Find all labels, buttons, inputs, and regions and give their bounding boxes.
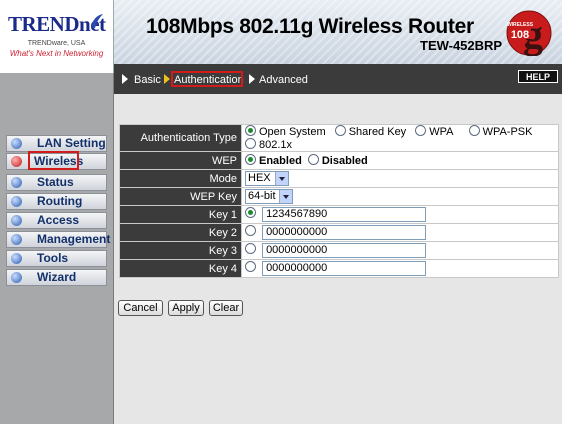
key-1-input[interactable]: 1234567890 [262, 207, 427, 222]
key-3-label: Key 3 [119, 241, 242, 260]
model-number: TEW-452BRP [420, 38, 503, 53]
wep-key-select-value: 64-bit [248, 190, 276, 202]
key-4-input[interactable]: 0000000000 [262, 261, 427, 276]
nav-arrow-active-icon [164, 74, 170, 84]
key-4-label: Key 4 [119, 259, 242, 278]
auth-wpa-psk-option[interactable]: WPA-PSK [468, 125, 533, 138]
logo-tagline: What's Next in Networking [9, 49, 104, 58]
wep-enabled-label: Enabled [259, 155, 302, 167]
management-icon [11, 234, 22, 245]
form-row-auth-type: Authentication Type Open System Shared K… [119, 124, 559, 152]
form-row-key-2: Key 2 0000000000 [119, 223, 559, 242]
wep-key-label: WEP Key [119, 187, 242, 206]
wep-disabled-label: Disabled [321, 155, 368, 167]
option-label: WPA-PSK [482, 126, 533, 138]
sidebar [0, 73, 114, 424]
mode-label: Mode [119, 169, 242, 188]
key-4-radio[interactable] [245, 261, 256, 273]
sidebar-item-label: Tools [37, 251, 69, 265]
wireless-icon [11, 156, 22, 167]
lan-setting-icon [11, 138, 22, 149]
auth-8021x-radio[interactable] [245, 138, 256, 149]
status-icon [11, 177, 22, 188]
cancel-button[interactable]: Cancel [118, 300, 163, 316]
auth-type-options: Open System Shared Key WPA WPA-PSK 802.1… [241, 124, 559, 152]
clear-button[interactable]: Clear [209, 300, 243, 316]
key-3-input[interactable]: 0000000000 [262, 243, 427, 258]
apply-button[interactable]: Apply [168, 300, 204, 316]
form-row-wep: WEP Enabled Disabled [119, 151, 559, 170]
option-label: 802.1x [259, 139, 293, 151]
wep-key-cell: 64-bit [241, 187, 559, 206]
wizard-icon [11, 272, 22, 283]
wep-disabled-radio[interactable] [307, 154, 319, 165]
mode-select[interactable]: HEX [245, 171, 289, 186]
auth-open-system-option[interactable]: Open System [245, 125, 326, 138]
help-button[interactable]: HELP [518, 70, 558, 83]
sidebar-item-label: Access [37, 213, 80, 227]
sidebar-item-label: Wizard [37, 270, 77, 284]
nav-arrow-icon [122, 74, 128, 84]
mode-select-value: HEX [248, 172, 271, 184]
auth-type-label: Authentication Type [119, 124, 242, 152]
nav-authentication-highlight [171, 71, 243, 87]
wep-key-select[interactable]: 64-bit [245, 189, 293, 204]
auth-wpa-option[interactable]: WPA [415, 125, 454, 138]
wireless-security-form: Authentication Type Open System Shared K… [119, 124, 559, 278]
badge-small-text: WIRELESS [507, 22, 534, 28]
wep-label: WEP [119, 151, 242, 170]
logo-swoosh-icon [91, 14, 103, 28]
routing-icon [11, 196, 22, 207]
sidebar-wireless-highlight [28, 151, 79, 170]
badge-number: 108 [511, 29, 529, 41]
key-1-cell: 1234567890 [241, 205, 559, 224]
form-row-mode: Mode HEX [119, 169, 559, 188]
sidebar-item-label: Routing [37, 194, 83, 208]
sidebar-item-label: LAN Setting [37, 136, 106, 150]
form-row-key-3: Key 3 0000000000 [119, 241, 559, 260]
wep-enabled-radio[interactable] [245, 154, 256, 165]
form-row-key-4: Key 4 0000000000 [119, 259, 559, 278]
key-3-cell: 0000000000 [241, 241, 559, 260]
option-label: Shared Key [348, 126, 407, 138]
form-row-wep-key: WEP Key 64-bit [119, 187, 559, 206]
key-2-label: Key 2 [119, 223, 242, 242]
nav-advanced[interactable]: Advanced [259, 74, 308, 86]
option-label: Open System [259, 126, 326, 138]
key-2-radio[interactable] [245, 225, 256, 237]
key-2-input[interactable]: 0000000000 [262, 225, 427, 240]
auth-wpa-radio[interactable] [415, 125, 427, 136]
mode-cell: HEX [241, 169, 559, 188]
auth-wpa-psk-radio[interactable] [468, 125, 480, 136]
key-3-radio[interactable] [245, 243, 256, 255]
wep-options: Enabled Disabled [241, 151, 559, 170]
key-2-cell: 0000000000 [241, 223, 559, 242]
logo-subtitle: TRENDware, USA [27, 40, 86, 47]
key-1-label: Key 1 [119, 205, 242, 224]
auth-open-system-radio[interactable] [245, 125, 256, 136]
tools-icon [11, 253, 22, 264]
nav-basic[interactable]: Basic [134, 74, 161, 86]
form-row-key-1: Key 1 1234567890 [119, 205, 559, 224]
key-1-radio[interactable] [245, 207, 256, 219]
chevron-down-icon [279, 190, 292, 203]
auth-shared-key-option[interactable]: Shared Key [334, 125, 407, 138]
option-label: WPA [429, 126, 454, 138]
key-4-cell: 0000000000 [241, 259, 559, 278]
sidebar-item-label: Status [37, 175, 74, 189]
auth-shared-key-radio[interactable] [334, 125, 346, 136]
sidebar-item-label: Management [37, 232, 111, 246]
product-title: 108Mbps 802.11g Wireless Router [146, 15, 474, 38]
nav-arrow-icon [249, 74, 255, 84]
108g-badge-icon: g WIRELESS 108 [506, 10, 552, 56]
access-icon [11, 215, 22, 226]
chevron-down-icon [275, 172, 288, 185]
page-margin [562, 0, 576, 424]
auth-8021x-option[interactable]: 802.1x [245, 138, 293, 151]
